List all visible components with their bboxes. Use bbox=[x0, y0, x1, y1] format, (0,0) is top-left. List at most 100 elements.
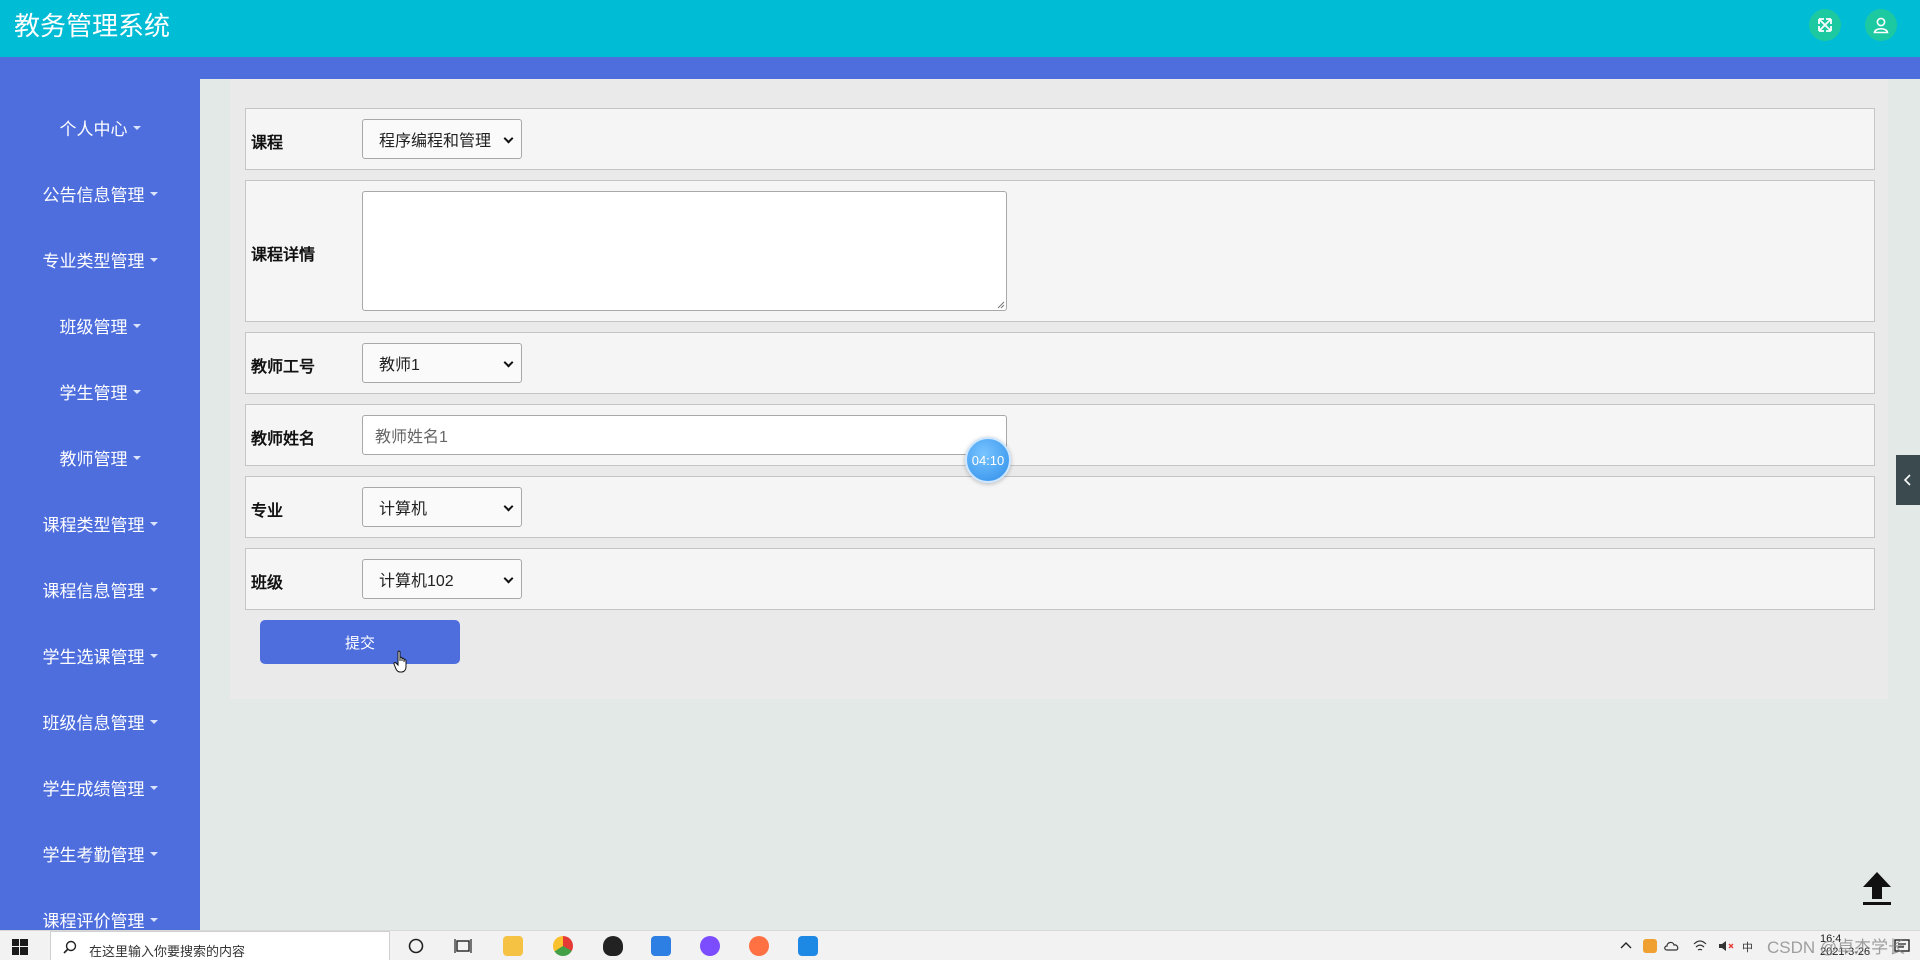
form-row-course: 课程 程序编程和管理 bbox=[245, 108, 1875, 170]
cloud-app-icon[interactable] bbox=[651, 936, 671, 956]
class-select[interactable]: 计算机102 bbox=[362, 559, 522, 599]
chevron-down-icon bbox=[503, 573, 514, 584]
onedrive-icon[interactable] bbox=[1664, 940, 1680, 952]
timer-bubble[interactable]: 04:10 bbox=[965, 437, 1011, 483]
teacher-name-value: 教师姓名1 bbox=[375, 429, 448, 446]
sidebar-item-label: 学生考勤管理 bbox=[42, 845, 145, 865]
chevron-down-icon bbox=[503, 357, 514, 368]
sidebar-item-label: 学生选课管理 bbox=[42, 647, 145, 667]
course-select-value: 程序编程和管理 bbox=[379, 133, 492, 150]
form-row-class: 班级 计算机102 bbox=[245, 548, 1875, 610]
sidebar-item-course-selection[interactable]: 学生选课管理 bbox=[0, 635, 200, 675]
submit-button[interactable]: 提交 bbox=[260, 620, 460, 664]
app-icon[interactable] bbox=[700, 936, 720, 956]
course-select[interactable]: 程序编程和管理 bbox=[362, 119, 522, 159]
teacher-id-select-value: 教师1 bbox=[379, 357, 420, 374]
sidebar-item-class-info[interactable]: 班级信息管理 bbox=[0, 701, 200, 741]
class-label: 班级 bbox=[251, 575, 284, 592]
qq-icon[interactable] bbox=[603, 936, 623, 956]
caret-down-icon bbox=[149, 258, 158, 262]
wps-icon[interactable] bbox=[798, 936, 818, 956]
volume-muted-icon[interactable] bbox=[1718, 939, 1734, 953]
major-label: 专业 bbox=[251, 503, 284, 520]
sidebar-item-label: 班级信息管理 bbox=[42, 713, 145, 733]
fullscreen-button[interactable] bbox=[1809, 9, 1841, 41]
caret-down-icon bbox=[132, 456, 141, 460]
sidebar-item-label: 个人中心 bbox=[59, 119, 128, 139]
search-icon bbox=[63, 940, 77, 954]
task-view-icon[interactable] bbox=[454, 938, 472, 954]
caret-down-icon bbox=[149, 654, 158, 658]
expand-icon bbox=[1818, 18, 1832, 32]
sidebar-item-students[interactable]: 学生管理 bbox=[0, 371, 200, 411]
major-select-value: 计算机 bbox=[379, 501, 428, 518]
windows-start-icon[interactable] bbox=[12, 939, 28, 955]
taskbar-search-box[interactable]: 在这里输入你要搜索的内容 bbox=[50, 931, 390, 960]
teacher-id-select[interactable]: 教师1 bbox=[362, 343, 522, 383]
sidebar-item-label: 专业类型管理 bbox=[42, 251, 145, 271]
os-taskbar: 在这里输入你要搜索的内容 中 bbox=[0, 930, 1920, 960]
teacher-id-label: 教师工号 bbox=[251, 359, 316, 376]
file-explorer-icon[interactable] bbox=[503, 936, 523, 956]
sidebar-item-label: 教师管理 bbox=[59, 449, 128, 469]
ime-indicator[interactable]: 中 bbox=[1742, 939, 1753, 955]
class-select-value: 计算机102 bbox=[379, 573, 454, 590]
sidebar-item-announcements[interactable]: 公告信息管理 bbox=[0, 173, 200, 213]
caret-down-icon bbox=[149, 918, 158, 922]
sidebar-item-label: 课程信息管理 bbox=[42, 581, 145, 601]
user-icon bbox=[1873, 17, 1889, 34]
course-detail-textarea[interactable] bbox=[362, 191, 1007, 311]
caret-down-icon bbox=[149, 720, 158, 724]
caret-down-icon bbox=[132, 126, 141, 130]
user-menu-button[interactable] bbox=[1865, 9, 1897, 41]
course-label: 课程 bbox=[251, 135, 284, 152]
caret-down-icon bbox=[149, 852, 158, 856]
form-row-course-detail: 课程详情 bbox=[245, 180, 1875, 322]
course-detail-label: 课程详情 bbox=[251, 247, 316, 264]
caret-down-icon bbox=[132, 324, 141, 328]
caret-down-icon bbox=[132, 390, 141, 394]
form-row-teacher-id: 教师工号 教师1 bbox=[245, 332, 1875, 394]
form-row-major: 专业 计算机 bbox=[245, 476, 1875, 538]
chrome-icon[interactable] bbox=[553, 936, 573, 956]
app-title: 教务管理系统 bbox=[14, 11, 171, 41]
chevron-left-icon bbox=[1903, 474, 1911, 486]
main-content: 课程 程序编程和管理 课程详情 教师工号 教师1 教师姓名 教师姓名1 专业 计… bbox=[200, 79, 1895, 930]
sidebar: 个人中心 公告信息管理 专业类型管理 班级管理 学生管理 教师管理 课程类型管理… bbox=[0, 57, 200, 930]
sidebar-item-course-info[interactable]: 课程信息管理 bbox=[0, 569, 200, 609]
form-row-teacher-name: 教师姓名 教师姓名1 bbox=[245, 404, 1875, 466]
caret-down-icon bbox=[149, 192, 158, 196]
taskbar-search-placeholder: 在这里输入你要搜索的内容 bbox=[89, 944, 246, 959]
sidebar-item-course-types[interactable]: 课程类型管理 bbox=[0, 503, 200, 543]
header-band bbox=[0, 57, 1920, 79]
sidebar-item-label: 公告信息管理 bbox=[42, 185, 145, 205]
cortana-icon[interactable] bbox=[408, 938, 424, 954]
sidebar-item-teachers[interactable]: 教师管理 bbox=[0, 437, 200, 477]
tray-app-icon[interactable] bbox=[1643, 939, 1657, 953]
sidebar-item-label: 课程类型管理 bbox=[42, 515, 145, 535]
chevron-up-icon[interactable] bbox=[1620, 941, 1632, 949]
caret-down-icon bbox=[149, 522, 158, 526]
teacher-name-label: 教师姓名 bbox=[251, 431, 316, 448]
sidebar-item-classes[interactable]: 班级管理 bbox=[0, 305, 200, 345]
caret-down-icon bbox=[149, 588, 158, 592]
sidebar-item-major-types[interactable]: 专业类型管理 bbox=[0, 239, 200, 279]
sidebar-item-label: 学生管理 bbox=[59, 383, 128, 403]
side-panel-toggle[interactable] bbox=[1896, 455, 1920, 505]
wifi-icon[interactable] bbox=[1692, 939, 1708, 953]
top-bar: 教务管理系统 bbox=[0, 0, 1920, 57]
resize-grip-icon[interactable] bbox=[996, 300, 1005, 309]
back-to-top-icon[interactable] bbox=[1857, 868, 1897, 908]
sidebar-item-grades[interactable]: 学生成绩管理 bbox=[0, 767, 200, 807]
chevron-down-icon bbox=[503, 501, 514, 512]
sidebar-item-label: 课程评价管理 bbox=[42, 911, 145, 931]
caret-down-icon bbox=[149, 786, 158, 790]
firefox-icon[interactable] bbox=[749, 936, 769, 956]
teacher-name-input[interactable]: 教师姓名1 bbox=[362, 415, 1007, 455]
sidebar-item-course-evaluation[interactable]: 课程评价管理 bbox=[0, 899, 200, 930]
major-select[interactable]: 计算机 bbox=[362, 487, 522, 527]
hand-cursor-icon bbox=[393, 650, 407, 673]
sidebar-item-attendance[interactable]: 学生考勤管理 bbox=[0, 833, 200, 873]
sidebar-item-label: 学生成绩管理 bbox=[42, 779, 145, 799]
sidebar-item-personal-center[interactable]: 个人中心 bbox=[0, 107, 200, 147]
